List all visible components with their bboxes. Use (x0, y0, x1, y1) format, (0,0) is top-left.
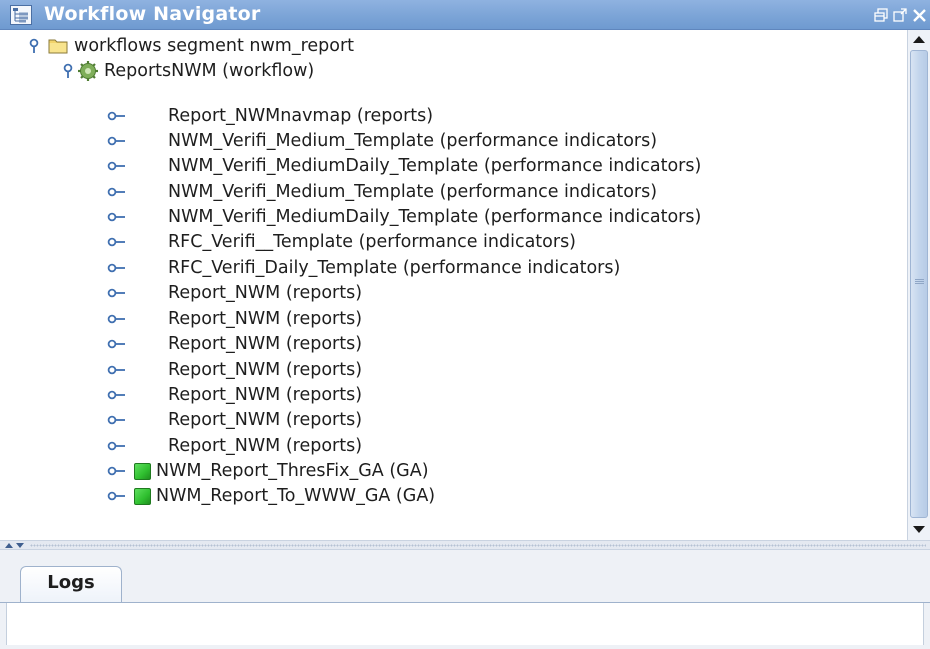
leaf-handle-icon (107, 263, 125, 273)
leaf-handle-icon (107, 161, 125, 171)
logs-content[interactable] (6, 603, 924, 645)
gear-cluster-icon (78, 61, 98, 81)
tree-leaf-item[interactable]: Report_NWM (reports) (0, 332, 900, 356)
leaf-handle-icon (107, 365, 125, 375)
ga-status-icon (134, 488, 151, 505)
leaf-handle-icon (107, 237, 125, 247)
maximize-window-icon[interactable] (892, 6, 909, 24)
tree-leaf-item[interactable]: RFC_Verifi_Daily_Template (performance i… (0, 256, 900, 280)
tab-logs[interactable]: Logs (20, 566, 122, 602)
tree-node-workflow[interactable]: ReportsNWM (workflow) (0, 59, 900, 83)
tree-leaf-item[interactable]: NWM_Report_ThresFix_GA (GA) (0, 459, 900, 483)
window-title-bar[interactable]: Workflow Navigator (0, 0, 930, 30)
ga-status-icon (134, 463, 151, 480)
expand-handle-icon[interactable] (25, 37, 43, 55)
scroll-up-icon[interactable] (908, 30, 930, 50)
tree-leaf-label: Report_NWM (reports) (168, 309, 363, 329)
float-window-icon[interactable] (873, 6, 890, 24)
leaf-handle-icon (107, 111, 125, 121)
tree-leaf-item[interactable]: Report_NWM (reports) (0, 281, 900, 305)
tree-leaf-item[interactable]: Report_NWM (reports) (0, 434, 900, 458)
tree-leaf-label: NWM_Report_To_WWW_GA (GA) (156, 486, 436, 506)
leaf-handle-icon (107, 136, 125, 146)
tree-leaf-label: NWM_Verifi_MediumDaily_Template (perform… (168, 207, 702, 227)
leaf-handle-icon (107, 415, 125, 425)
tree-leaf-item[interactable]: NWM_Verifi_Medium_Template (performance … (0, 180, 900, 204)
tree-node-label: workflows segment nwm_report (74, 36, 355, 56)
tree-leaf-label: NWM_Report_ThresFix_GA (GA) (156, 461, 429, 481)
tree-node-label: ReportsNWM (workflow) (104, 61, 315, 81)
tree-leaf-label: NWM_Verifi_MediumDaily_Template (perform… (168, 156, 702, 176)
scrollbar-thumb[interactable] (910, 50, 928, 518)
tree-leaf-item[interactable]: Report_NWM (reports) (0, 358, 900, 382)
tree-leaf-item[interactable]: NWM_Verifi_Medium_Template (performance … (0, 129, 900, 153)
tree-leaf-item[interactable]: RFC_Verifi__Template (performance indica… (0, 230, 900, 254)
workflow-tree[interactable]: workflows segment nwm_report ReportsNWM … (0, 30, 907, 540)
tree-leaf-item[interactable]: Report_NWM (reports) (0, 307, 900, 331)
tree-view-icon (10, 5, 32, 25)
window-title: Workflow Navigator (44, 3, 261, 25)
leaf-handle-icon (107, 288, 125, 298)
leaf-handle-icon (107, 212, 125, 222)
tree-leaf-item[interactable]: Report_NWM (reports) (0, 408, 900, 432)
folder-icon (48, 39, 68, 54)
tree-leaf-label: Report_NWMnavmap (reports) (168, 106, 434, 126)
tree-leaf-label: Report_NWM (reports) (168, 360, 363, 380)
tree-leaf-label: RFC_Verifi_Daily_Template (performance i… (168, 258, 621, 278)
tree-leaf-label: NWM_Verifi_Medium_Template (performance … (168, 182, 658, 202)
tree-leaf-label: Report_NWM (reports) (168, 436, 363, 456)
close-window-icon[interactable] (911, 6, 928, 24)
tree-leaf-label: Report_NWM (reports) (168, 283, 363, 303)
leaf-handle-icon (107, 390, 125, 400)
scroll-down-icon[interactable] (908, 519, 930, 539)
tree-leaf-label: Report_NWM (reports) (168, 410, 363, 430)
tree-leaf-label: Report_NWM (reports) (168, 334, 363, 354)
tree-node-root[interactable]: workflows segment nwm_report (0, 34, 900, 58)
tab-logs-label: Logs (47, 572, 95, 593)
leaf-handle-icon (107, 187, 125, 197)
leaf-handle-icon (107, 339, 125, 349)
tree-leaf-item[interactable]: NWM_Verifi_MediumDaily_Template (perform… (0, 154, 900, 178)
collapse-expand-arrows-icon[interactable] (4, 542, 26, 549)
expand-handle-icon[interactable] (59, 62, 77, 80)
tree-leaf-label: Report_NWM (reports) (168, 385, 363, 405)
tree-leaf-label: RFC_Verifi__Template (performance indica… (168, 232, 577, 252)
split-pane-divider[interactable] (0, 540, 930, 550)
tree-leaf-label: NWM_Verifi_Medium_Template (performance … (168, 131, 658, 151)
tree-leaf-item[interactable]: NWM_Verifi_MediumDaily_Template (perform… (0, 205, 900, 229)
tree-vertical-scrollbar[interactable] (907, 30, 930, 540)
tree-leaf-item[interactable]: Report_NWMnavmap (reports) (0, 104, 900, 128)
leaf-handle-icon (107, 441, 125, 451)
tree-leaf-item[interactable]: NWM_Report_To_WWW_GA (GA) (0, 484, 900, 508)
tree-leaf-item[interactable]: Report_NWM (reports) (0, 383, 900, 407)
leaf-handle-icon (107, 491, 125, 501)
logs-panel: Logs (0, 550, 930, 649)
leaf-handle-icon (107, 466, 125, 476)
leaf-handle-icon (107, 314, 125, 324)
